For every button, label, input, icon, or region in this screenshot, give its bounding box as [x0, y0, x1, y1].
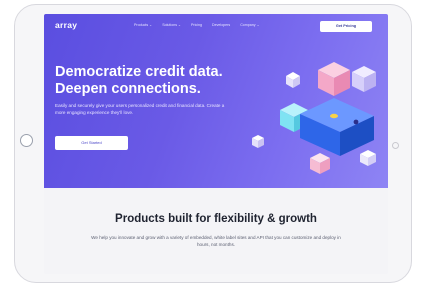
brand-logo[interactable]: array	[55, 20, 77, 30]
products-description: We help you innovate and grow with a var…	[91, 235, 341, 247]
nav-item-company[interactable]: Company ⌄	[240, 23, 259, 27]
cube-pink-large	[318, 62, 350, 96]
cube-pink-small	[310, 153, 330, 174]
cube-blue-platform	[300, 98, 374, 156]
hero-subtitle: Easily and securely give your users pers…	[55, 103, 225, 115]
isometric-cubes-illustration	[252, 62, 376, 174]
nav-item-products[interactable]: Products ⌄	[134, 23, 152, 27]
nav-item-developers[interactable]: Developers	[212, 23, 230, 27]
cube-lavender	[352, 66, 376, 92]
camera-icon	[392, 142, 399, 149]
nav-item-pricing[interactable]: Pricing	[191, 23, 202, 27]
cube-white-left	[252, 135, 264, 148]
get-started-button[interactable]: Get Started	[55, 136, 128, 150]
cube-white-small	[286, 72, 300, 88]
hero-title-line1: Democratize credit data.	[55, 64, 223, 80]
hero-title-line2: Deepen connections.	[55, 81, 201, 97]
hero-title: Democratize credit data. Deepen connecti…	[55, 64, 223, 98]
nav-menu: Products ⌄ Solutions ⌄ Pricing Developer…	[134, 23, 260, 27]
home-button[interactable]	[20, 134, 33, 147]
top-nav: array Products ⌄ Solutions ⌄ Pricing Dev…	[44, 14, 388, 36]
products-heading: Products built for flexibility & growth	[115, 213, 317, 225]
nav-item-solutions[interactable]: Solutions ⌄	[162, 23, 181, 27]
cube-white-bottom	[360, 150, 376, 166]
get-pricing-button[interactable]: Get Pricing	[320, 21, 372, 32]
browser-screen: array Products ⌄ Solutions ⌄ Pricing Dev…	[44, 14, 388, 274]
products-section	[44, 188, 388, 274]
